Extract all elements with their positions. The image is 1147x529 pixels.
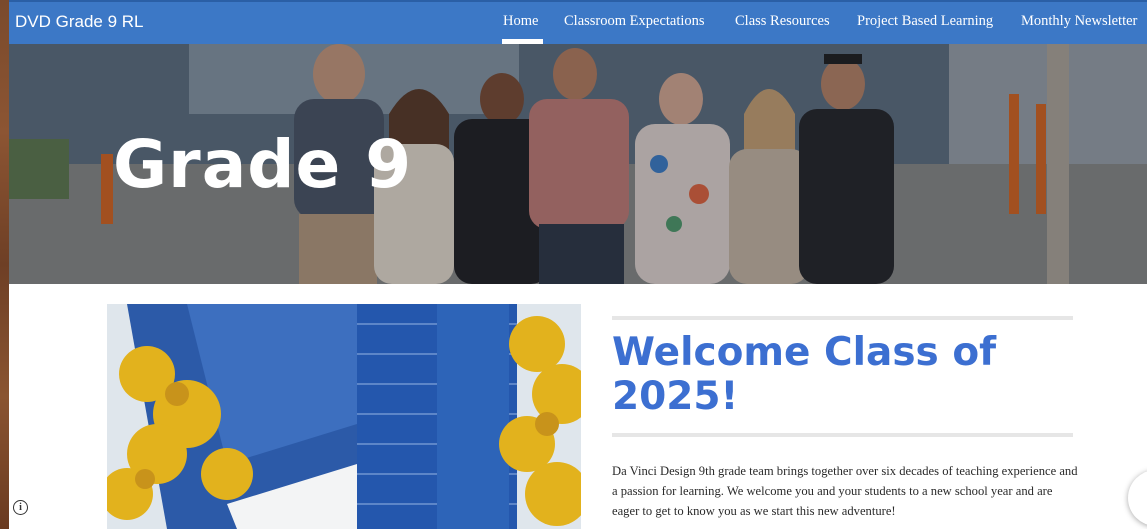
nav-item-class-resources[interactable]: Class Resources bbox=[735, 13, 830, 30]
divider-bottom bbox=[612, 433, 1073, 437]
browser-edge-wood-background bbox=[0, 0, 9, 529]
info-icon[interactable]: i bbox=[13, 500, 28, 515]
nav-item-classroom-expectations[interactable]: Classroom Expectations bbox=[564, 13, 705, 30]
top-nav-bar: DVD Grade 9 RL Home Classroom Expectatio… bbox=[9, 0, 1147, 44]
school-building-photo bbox=[107, 304, 581, 529]
welcome-paragraph: Da Vinci Design 9th grade team brings to… bbox=[612, 464, 1078, 518]
divider-top bbox=[612, 316, 1073, 320]
building-illustration bbox=[107, 304, 581, 529]
hero-title: Grade 9 bbox=[113, 126, 413, 203]
hero-banner: Grade 9 bbox=[9, 44, 1147, 284]
nav-links: Home Classroom Expectations Class Resour… bbox=[9, 13, 1147, 43]
nav-item-project-based-learning[interactable]: Project Based Learning bbox=[857, 13, 993, 30]
nav-item-monthly-newsletter[interactable]: Monthly Newsletter bbox=[1021, 13, 1137, 30]
welcome-heading: Welcome Class of 2025! bbox=[612, 330, 997, 419]
nav-item-home[interactable]: Home bbox=[503, 13, 538, 30]
floating-action-button[interactable] bbox=[1128, 470, 1147, 526]
